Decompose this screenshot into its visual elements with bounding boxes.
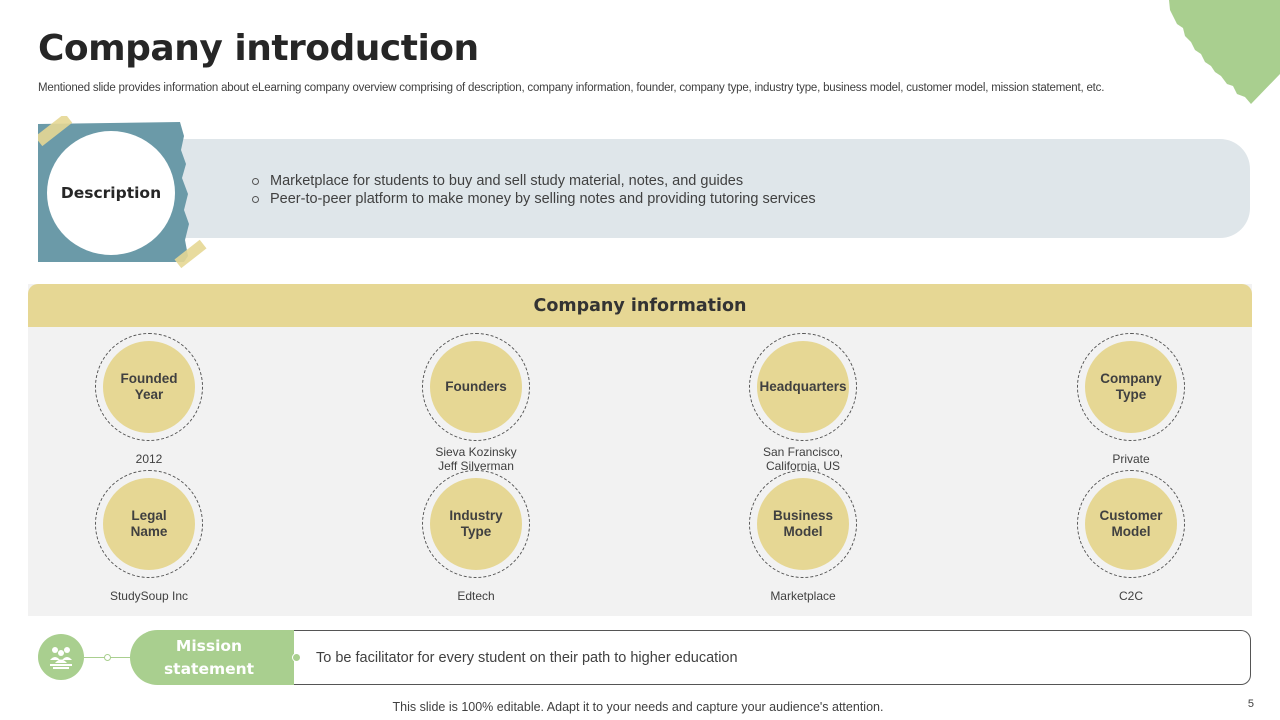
company-info-title: Company information [533, 295, 747, 316]
info-item-value: C2C [1118, 589, 1143, 603]
info-item-label: Industry Type [430, 478, 522, 570]
circle-bullet-icon [252, 195, 259, 203]
mission-statement-box: To be facilitator for every student on t… [294, 630, 1251, 685]
circle-bullet-icon [252, 177, 259, 185]
company-info-header: Company information [28, 284, 1252, 327]
page-number: 5 [1247, 698, 1254, 710]
info-item-label: Customer Model [1085, 478, 1177, 570]
info-item-label: Founders [430, 341, 522, 433]
people-group-icon [38, 634, 84, 680]
description-point: Marketplace for students to buy and sell… [252, 172, 816, 190]
info-item-label: Headquarters [757, 341, 849, 433]
corner-paper-decoration [1163, 0, 1280, 108]
description-point: Peer-to-peer platform to make money by s… [252, 190, 816, 208]
description-list: Marketplace for students to buy and sell… [252, 172, 816, 208]
page-title: Company introduction [38, 28, 479, 69]
info-item-value: Sieva Kozinsky Jeff Silverman [435, 445, 517, 473]
mission-text: To be facilitator for every student on t… [316, 649, 738, 666]
info-item-business-model: Business Model Marketplace [723, 470, 883, 610]
connector-marker [292, 653, 301, 662]
info-item-value: Marketplace [770, 589, 836, 603]
info-item-customer-model: Customer Model C2C [1051, 470, 1211, 610]
connector-dot [104, 654, 111, 661]
info-item-value: Edtech [457, 589, 495, 603]
info-item-value: 2012 [135, 452, 163, 466]
info-item-company-type: Company Type Private [1051, 333, 1211, 473]
info-item-industry-type: Industry Type Edtech [396, 470, 556, 610]
info-item-label: Founded Year [103, 341, 195, 433]
mission-label: Mission statement [130, 630, 288, 685]
info-item-founded-year: Founded Year 2012 [69, 333, 229, 473]
page-subtitle: Mentioned slide provides information abo… [38, 82, 1105, 94]
info-item-value: Private [1112, 452, 1150, 466]
info-item-founders: Founders Sieva Kozinsky Jeff Silverman [396, 333, 556, 473]
info-item-legal-name: Legal Name StudySoup Inc [69, 470, 229, 610]
info-item-label: Legal Name [103, 478, 195, 570]
info-item-value: StudySoup Inc [109, 589, 189, 603]
description-badge: Description [47, 131, 175, 255]
info-item-value: San Francisco, California, US [762, 445, 844, 473]
info-item-label: Business Model [757, 478, 849, 570]
description-label: Description [60, 184, 162, 202]
footer-note: This slide is 100% editable. Adapt it to… [392, 700, 884, 714]
info-item-label: Company Type [1085, 341, 1177, 433]
info-item-headquarters: Headquarters San Francisco, California, … [723, 333, 883, 473]
